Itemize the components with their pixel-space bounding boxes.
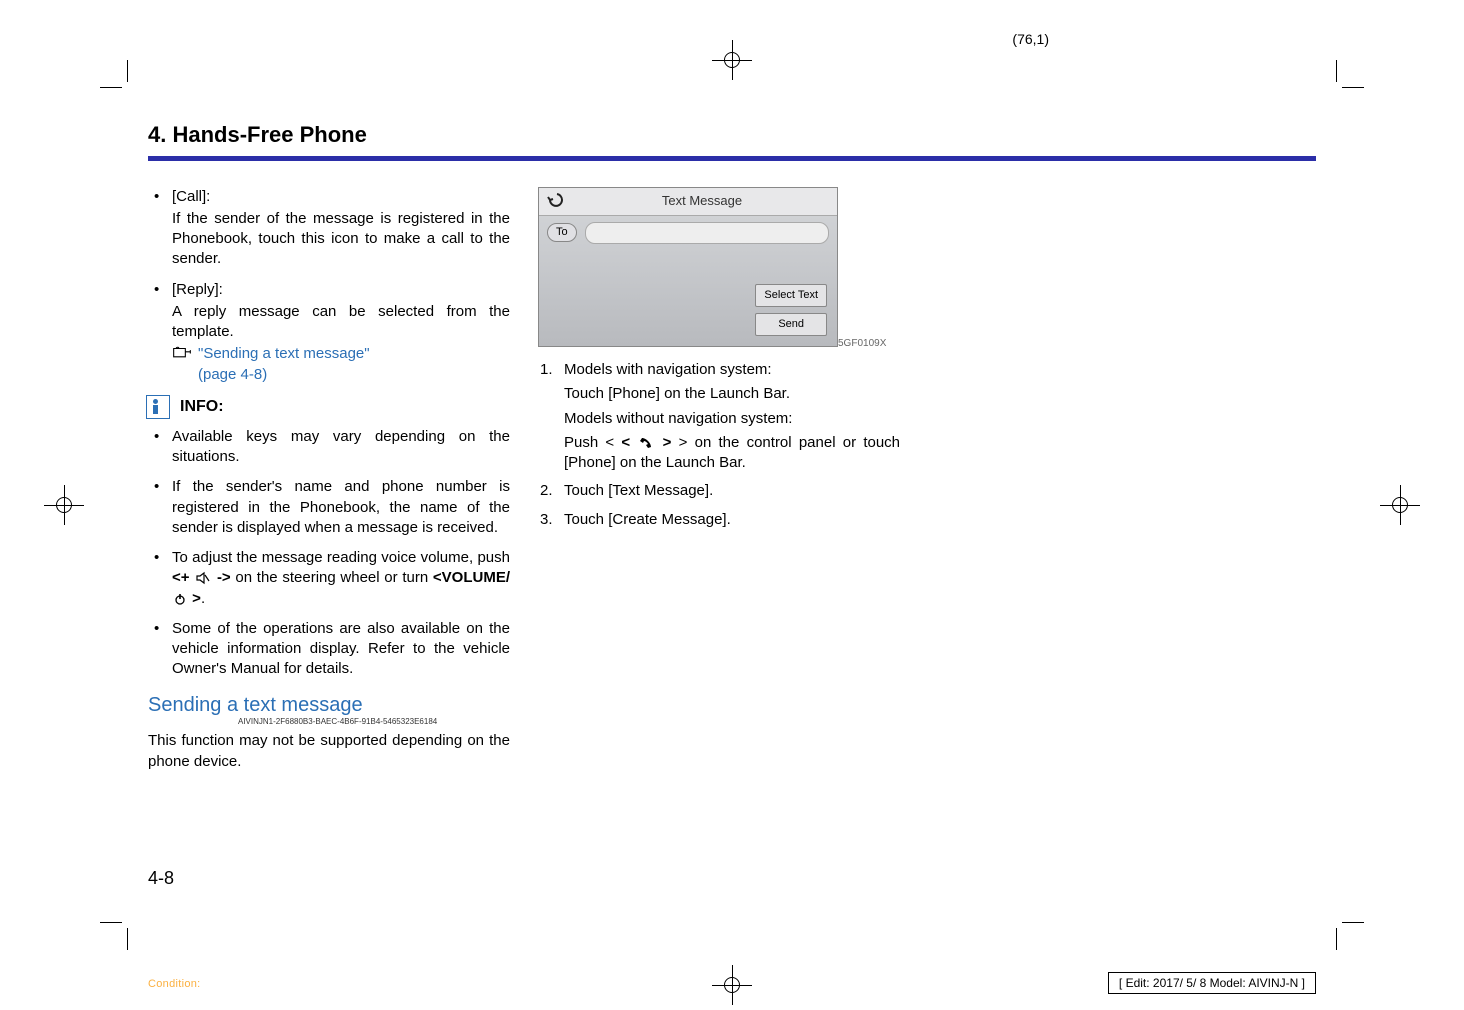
crop-mark-right	[1380, 485, 1420, 525]
page-coord: (76,1)	[1012, 30, 1049, 49]
step-2: Touch [Text Message].	[538, 481, 900, 501]
footer: Condition: [ Edit: 2017/ 5/ 8 Model: AIV…	[148, 918, 1316, 942]
ss-to-input	[585, 222, 829, 244]
crop-corner-tl	[100, 60, 128, 88]
step-3: Touch [Create Message].	[538, 510, 900, 530]
ss-select-text-btn: Select Text	[755, 284, 827, 307]
ref-text-wrap: "Sending a text message" (page 4-8)	[198, 344, 370, 385]
chapter-rule	[148, 156, 1316, 161]
ss-buttons: Select Text Send	[755, 284, 827, 336]
ss-header: Text Message	[539, 188, 837, 216]
info-heading: INFO:	[146, 395, 510, 419]
ss-title: Text Message	[575, 192, 829, 210]
item-reply-label: [Reply]:	[172, 280, 510, 300]
hand-ref-icon	[172, 346, 192, 361]
step-1-line4: Push < < > > on the control panel or tou…	[564, 433, 900, 474]
steps-list: Models with navigation system: Touch [Ph…	[538, 360, 900, 530]
column-1: [Call]: If the sender of the message is …	[148, 187, 510, 777]
item-call-desc: If the sender of the message is register…	[172, 209, 510, 270]
columns: [Call]: If the sender of the message is …	[148, 187, 1316, 777]
step-1-line2: Touch [Phone] on the Launch Bar.	[564, 384, 900, 404]
screenshot-code: 5GF0109X	[838, 337, 900, 351]
crop-mark-bottom	[712, 965, 752, 1005]
content-area: 4. Hands-Free Phone [Call]: If the sende…	[148, 120, 1316, 890]
ss-to-label: To	[547, 223, 577, 242]
step-1-line3: Models without navigation system:	[564, 409, 900, 429]
ref-link-text: "Sending a text message"	[198, 345, 370, 362]
step-1-line4a: Push <	[564, 434, 621, 451]
feature-list: [Call]: If the sender of the message is …	[148, 187, 510, 385]
crop-corner-tr	[1336, 60, 1364, 88]
info-bullet: Available keys may vary depending on the…	[148, 427, 510, 468]
info-bullets: Available keys may vary depending on the…	[148, 427, 510, 680]
page-number: 4-8	[148, 866, 174, 890]
speaker-mute-icon	[196, 571, 210, 585]
crop-mark-top	[712, 40, 752, 80]
info-bullet: If the sender's name and phone number is…	[148, 477, 510, 538]
edit-info-box: [ Edit: 2017/ 5/ 8 Model: AIVINJ-N ]	[1108, 972, 1316, 994]
info-bullet: Some of the operations are also availabl…	[148, 619, 510, 680]
ref-link-page: (page 4-8)	[198, 366, 267, 383]
item-call: [Call]: If the sender of the message is …	[148, 187, 510, 270]
item-reply: [Reply]: A reply message can be selected…	[148, 280, 510, 385]
phone-icon	[639, 436, 653, 450]
info-icon	[146, 395, 170, 419]
step-1-line1: Models with navigation system:	[564, 360, 900, 380]
step-1: Models with navigation system: Touch [Ph…	[538, 360, 900, 473]
text-message-screenshot: Text Message To Select Text Send	[538, 187, 838, 347]
crop-mark-left	[44, 485, 84, 525]
crop-corner-bl	[100, 922, 128, 950]
crop-corner-br	[1336, 922, 1364, 950]
back-icon	[547, 189, 565, 213]
guid-text: AIVINJN1-2F6880B3-BAEC-4B6F-91B4-5465323…	[238, 717, 510, 728]
sending-heading: Sending a text message	[148, 692, 510, 719]
info-label: INFO:	[180, 396, 224, 418]
ref-row: "Sending a text message" (page 4-8)	[172, 344, 510, 385]
column-2: Text Message To Select Text Send 5GF0109…	[538, 187, 900, 777]
sending-note: This function may not be supported depen…	[148, 731, 510, 772]
ss-send-btn: Send	[755, 313, 827, 336]
condition-label: Condition:	[148, 977, 201, 992]
ss-to-row: To	[539, 216, 837, 250]
info-bullet: To adjust the message reading voice volu…	[148, 548, 510, 609]
item-call-label: [Call]:	[172, 187, 510, 207]
power-icon	[174, 593, 186, 605]
item-reply-desc: A reply message can be selected from the…	[172, 302, 510, 343]
chapter-title: 4. Hands-Free Phone	[148, 120, 1316, 150]
